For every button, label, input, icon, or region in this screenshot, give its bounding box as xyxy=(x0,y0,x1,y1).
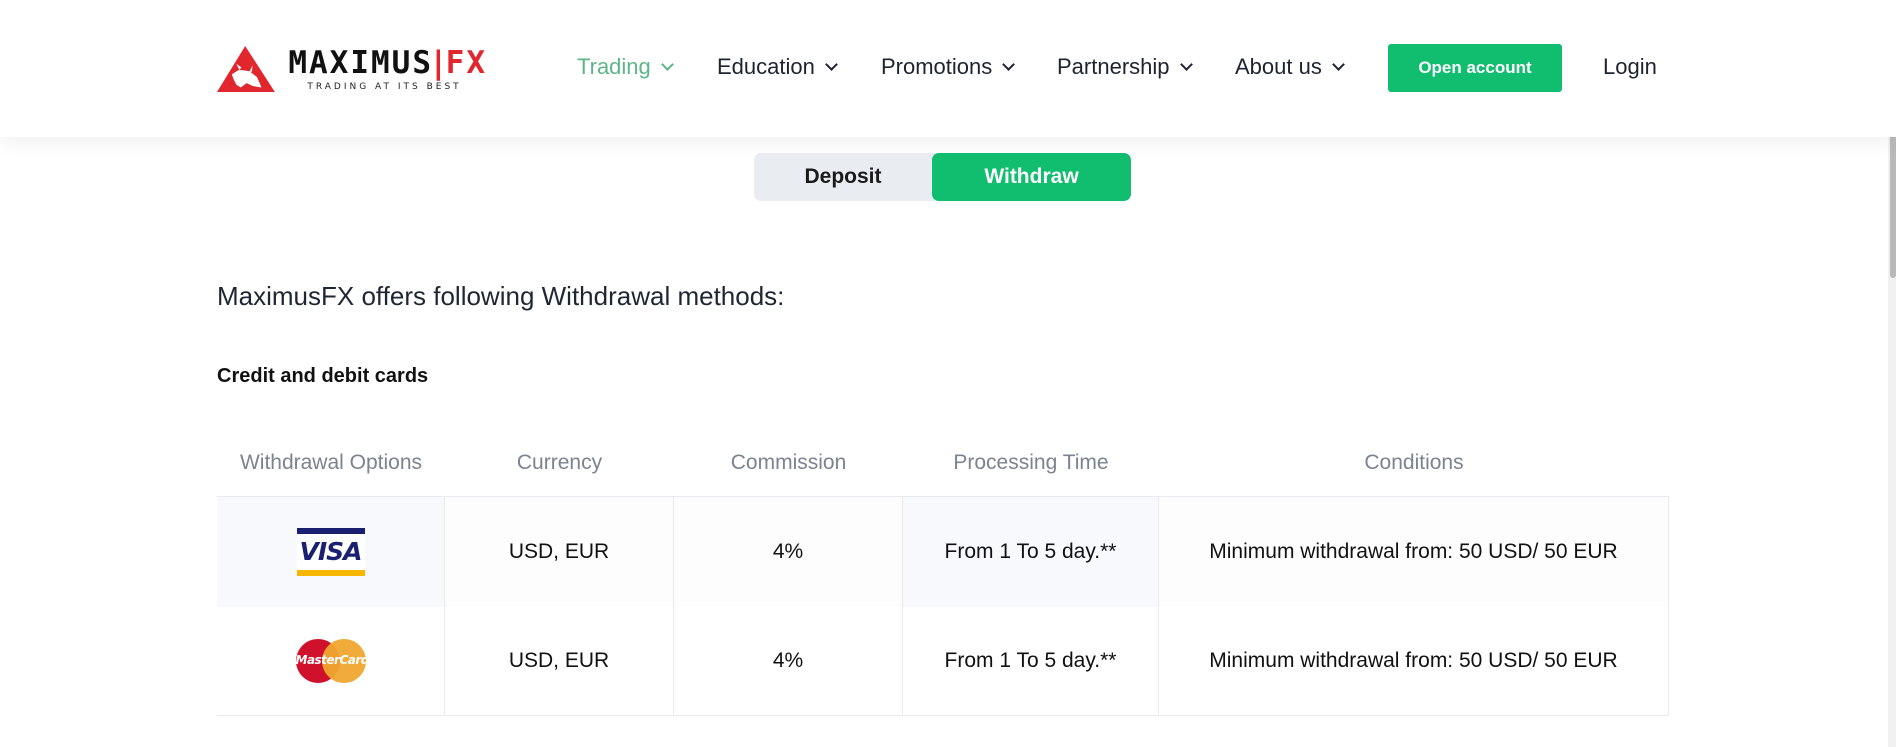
processing-time-cell: From 1 To 5 day.** xyxy=(903,497,1159,607)
chevron-down-icon xyxy=(1179,57,1193,71)
table-row: VISA USD, EUR 4% From 1 To 5 day.** Mini… xyxy=(217,496,1669,607)
nav-item-about-us[interactable]: About us xyxy=(1235,45,1345,89)
currency-cell: USD, EUR xyxy=(445,606,674,716)
nav-item-education[interactable]: Education xyxy=(717,45,838,89)
visa-logo-icon: VISA xyxy=(296,528,365,576)
section-title: Credit and debit cards xyxy=(217,365,429,387)
conditions-cell: Minimum withdrawal from: 50 USD/ 50 EUR xyxy=(1159,497,1669,607)
currency-cell: USD, EUR xyxy=(445,497,674,607)
conditions-cell: Minimum withdrawal from: 50 USD/ 50 EUR xyxy=(1159,606,1669,716)
table-header-row: Withdrawal Options Currency Commission P… xyxy=(217,430,1669,496)
nav-item-partnership[interactable]: Partnership xyxy=(1057,45,1193,89)
chevron-down-icon xyxy=(1331,57,1345,71)
processing-time-cell: From 1 To 5 day.** xyxy=(903,606,1159,716)
column-header-commission: Commission xyxy=(730,451,847,474)
open-account-button[interactable]: Open account xyxy=(1388,44,1562,92)
chevron-down-icon xyxy=(660,57,674,71)
column-header-currency: Currency xyxy=(516,451,603,474)
commission-cell: 4% xyxy=(674,606,903,716)
bull-logo-icon xyxy=(217,46,275,92)
column-header-processing-time: Processing Time xyxy=(953,451,1109,474)
commission-cell: 4% xyxy=(674,497,903,607)
brand-logo[interactable]: MAXIMUS|FX TRADING AT ITS BEST xyxy=(217,36,487,102)
column-header-options: Withdrawal Options xyxy=(239,451,423,474)
page-title: MaximusFX offers following Withdrawal me… xyxy=(217,281,785,311)
brand-wordmark: MAXIMUS|FX xyxy=(288,45,487,81)
nav-item-promotions[interactable]: Promotions xyxy=(881,45,1016,89)
withdrawal-methods-table: Withdrawal Options Currency Commission P… xyxy=(217,430,1669,716)
column-header-conditions: Conditions xyxy=(1364,451,1464,474)
table-row: MasterCard USD, EUR 4% From 1 To 5 day.*… xyxy=(217,606,1669,716)
withdraw-tab[interactable]: Withdraw xyxy=(932,153,1131,201)
login-link[interactable]: Login xyxy=(1603,45,1657,89)
chevron-down-icon xyxy=(824,57,838,71)
chevron-down-icon xyxy=(1002,57,1016,71)
deposit-tab[interactable]: Deposit xyxy=(754,153,932,201)
mastercard-logo-icon: MasterCard xyxy=(295,639,369,683)
deposit-withdraw-toggle: Deposit Withdraw xyxy=(754,153,1131,201)
brand-tagline: TRADING AT ITS BEST xyxy=(307,82,462,92)
nav-item-trading[interactable]: Trading xyxy=(577,45,674,89)
site-header: MAXIMUS|FX TRADING AT ITS BEST Trading E… xyxy=(0,0,1896,137)
